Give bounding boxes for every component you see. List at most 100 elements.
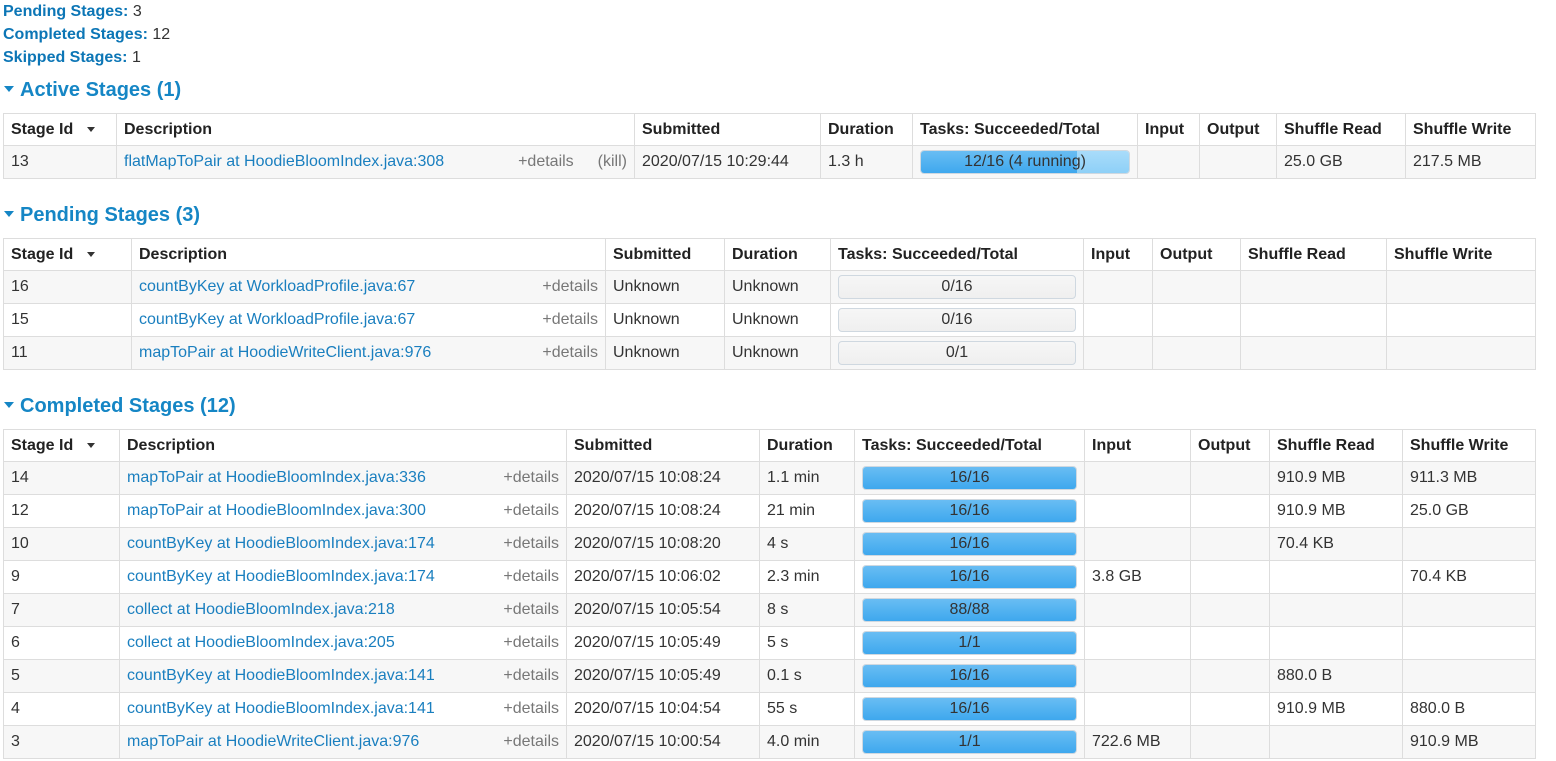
details-toggle[interactable]: +details xyxy=(503,568,559,586)
details-toggle[interactable]: +details xyxy=(503,502,559,520)
active-stages-header[interactable]: Active Stages (1) xyxy=(3,77,181,103)
stage-id-cell: 3 xyxy=(3,725,120,759)
stage-description-link[interactable]: flatMapToPair at HoodieBloomIndex.java:3… xyxy=(124,153,444,171)
stage-description-link[interactable]: collect at HoodieBloomIndex.java:205 xyxy=(127,634,395,652)
kill-stage-link[interactable]: (kill) xyxy=(598,153,627,171)
skipped-summary: Skipped Stages: 1 xyxy=(3,46,170,69)
completed-stages-link[interactable]: Completed Stages: xyxy=(3,26,148,43)
column-header-shuffle-read[interactable]: Shuffle Read xyxy=(1240,238,1387,271)
tasks-cell: 0/16 xyxy=(830,303,1084,337)
column-header-stage-id[interactable]: Stage Id xyxy=(3,238,132,271)
collapse-caret-icon xyxy=(4,211,14,218)
tasks-cell: 16/16 xyxy=(854,659,1085,693)
column-header-stage-id[interactable]: Stage Id xyxy=(3,429,120,462)
column-header-description[interactable]: Description xyxy=(116,113,635,146)
shuffle-read-cell: 910.9 MB xyxy=(1269,692,1403,726)
pending-stages-table: Stage Id Description Submitted Duration Task… xyxy=(3,238,1536,370)
details-toggle[interactable]: +details xyxy=(542,311,598,329)
column-header-input[interactable]: Input xyxy=(1083,238,1153,271)
description-cell: countByKey at HoodieBloomIndex.java:174 +… xyxy=(119,527,567,561)
details-toggle[interactable]: +details xyxy=(518,153,574,171)
duration-cell: 8 s xyxy=(759,593,855,627)
column-header-tasks[interactable]: Tasks: Succeeded/Total xyxy=(830,238,1084,271)
stage-description-link[interactable]: countByKey at HoodieBloomIndex.java:174 xyxy=(127,535,435,553)
details-toggle[interactable]: +details xyxy=(503,700,559,718)
stage-description-link[interactable]: mapToPair at HoodieWriteClient.java:976 xyxy=(139,344,431,362)
column-header-stage-id[interactable]: Stage Id xyxy=(3,113,117,146)
input-cell: 722.6 MB xyxy=(1084,725,1191,759)
sort-desc-icon xyxy=(87,442,96,448)
row-actions: +details xyxy=(503,502,559,520)
column-header-output[interactable]: Output xyxy=(1190,429,1270,462)
column-header-tasks[interactable]: Tasks: Succeeded/Total xyxy=(854,429,1085,462)
submitted-cell: 2020/07/15 10:06:02 xyxy=(566,560,760,594)
pending-stages-link[interactable]: Pending Stages: xyxy=(3,3,128,20)
stage-description-link[interactable]: countByKey at WorkloadProfile.java:67 xyxy=(139,278,415,296)
column-header-duration[interactable]: Duration xyxy=(820,113,913,146)
details-toggle[interactable]: +details xyxy=(503,535,559,553)
details-toggle[interactable]: +details xyxy=(503,601,559,619)
column-header-tasks[interactable]: Tasks: Succeeded/Total xyxy=(912,113,1138,146)
description-wrap: mapToPair at HoodieBloomIndex.java:300 +d… xyxy=(127,502,559,520)
column-header-shuffle-write[interactable]: Shuffle Write xyxy=(1405,113,1536,146)
column-header-description[interactable]: Description xyxy=(131,238,606,271)
column-header-shuffle-write[interactable]: Shuffle Write xyxy=(1402,429,1536,462)
stage-description-link[interactable]: countByKey at HoodieBloomIndex.java:141 xyxy=(127,700,435,718)
column-header-description[interactable]: Description xyxy=(119,429,567,462)
stage-description-link[interactable]: collect at HoodieBloomIndex.java:218 xyxy=(127,601,395,619)
pending-stages-title: Pending Stages (3) xyxy=(20,204,201,226)
progress-label: 16/16 xyxy=(949,502,990,519)
details-toggle[interactable]: +details xyxy=(503,634,559,652)
pending-stages-header[interactable]: Pending Stages (3) xyxy=(3,202,200,228)
stage-description-link[interactable]: mapToPair at HoodieBloomIndex.java:300 xyxy=(127,502,426,520)
task-progress-bar: 16/16 xyxy=(862,532,1077,556)
column-header-label: Tasks: Succeeded/Total xyxy=(862,436,1042,454)
details-toggle[interactable]: +details xyxy=(503,733,559,751)
input-cell xyxy=(1084,593,1191,627)
column-header-submitted[interactable]: Submitted xyxy=(605,238,725,271)
skipped-stages-link[interactable]: Skipped Stages: xyxy=(3,49,127,66)
shuffle-read-cell: 880.0 B xyxy=(1269,659,1403,693)
task-progress-bar: 12/16 (4 running) xyxy=(920,150,1130,174)
description-wrap: countByKey at HoodieBloomIndex.java:174 +… xyxy=(127,535,559,553)
column-header-output[interactable]: Output xyxy=(1199,113,1277,146)
column-header-shuffle-read[interactable]: Shuffle Read xyxy=(1269,429,1403,462)
column-header-label: Submitted xyxy=(613,245,692,263)
shuffle-write-cell: 25.0 GB xyxy=(1402,494,1536,528)
stage-description-link[interactable]: countByKey at HoodieBloomIndex.java:174 xyxy=(127,568,435,586)
column-header-submitted[interactable]: Submitted xyxy=(634,113,821,146)
stage-description-link[interactable]: countByKey at WorkloadProfile.java:67 xyxy=(139,311,415,329)
stage-description-link[interactable]: mapToPair at HoodieBloomIndex.java:336 xyxy=(127,469,426,487)
output-cell xyxy=(1152,270,1241,304)
column-header-duration[interactable]: Duration xyxy=(724,238,831,271)
column-header-shuffle-read[interactable]: Shuffle Read xyxy=(1276,113,1406,146)
column-header-input[interactable]: Input xyxy=(1084,429,1191,462)
column-header-input[interactable]: Input xyxy=(1137,113,1200,146)
header-row: Stage Id Description Submitted Duration Task… xyxy=(3,113,1536,146)
details-toggle[interactable]: +details xyxy=(503,469,559,487)
column-header-shuffle-write[interactable]: Shuffle Write xyxy=(1386,238,1536,271)
column-header-submitted[interactable]: Submitted xyxy=(566,429,760,462)
row-actions: +details xyxy=(542,344,598,362)
progress-label: 16/16 xyxy=(949,535,990,552)
progress-label: 16/16 xyxy=(949,700,990,717)
details-toggle[interactable]: +details xyxy=(542,278,598,296)
description-cell: countByKey at WorkloadProfile.java:67 +de… xyxy=(131,303,606,337)
submitted-cell: 2020/07/15 10:29:44 xyxy=(634,145,821,179)
stage-description-link[interactable]: mapToPair at HoodieWriteClient.java:976 xyxy=(127,733,419,751)
column-header-output[interactable]: Output xyxy=(1152,238,1241,271)
stage-description-link[interactable]: countByKey at HoodieBloomIndex.java:141 xyxy=(127,667,435,685)
output-cell xyxy=(1190,626,1270,660)
shuffle-read-cell xyxy=(1240,336,1387,370)
shuffle-read-cell xyxy=(1269,725,1403,759)
output-cell xyxy=(1190,725,1270,759)
column-header-label: Duration xyxy=(828,120,894,138)
column-header-duration[interactable]: Duration xyxy=(759,429,855,462)
details-toggle[interactable]: +details xyxy=(542,344,598,362)
column-header-label: Submitted xyxy=(642,120,721,138)
shuffle-write-cell xyxy=(1386,303,1536,337)
completed-stages-header[interactable]: Completed Stages (12) xyxy=(3,393,236,419)
details-toggle[interactable]: +details xyxy=(503,667,559,685)
table-row: 13 flatMapToPair at HoodieBloomIndex.java… xyxy=(3,145,1536,179)
tasks-cell: 16/16 xyxy=(854,494,1085,528)
